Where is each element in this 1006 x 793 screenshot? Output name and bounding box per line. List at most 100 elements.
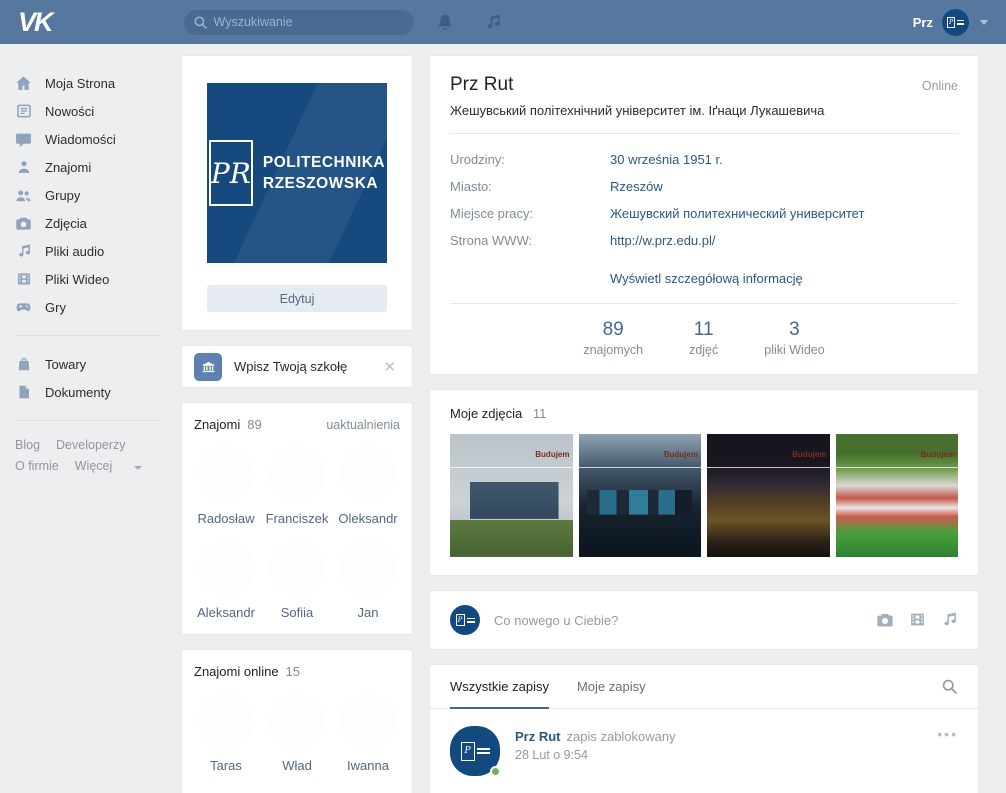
photo-thumbnail-night-concert[interactable]: Budujem bbox=[707, 434, 830, 557]
top-navigation-bar: VK Prz P bbox=[0, 0, 1006, 44]
friend-item[interactable]: Taras bbox=[194, 693, 258, 773]
sidebar-item-messages[interactable]: Wiadomości bbox=[15, 125, 181, 153]
sidebar-item-my-page[interactable]: Moja Strona bbox=[15, 69, 181, 97]
notifications-bell-icon[interactable] bbox=[436, 13, 454, 31]
detail-label: Urodziny: bbox=[450, 146, 610, 173]
sidebar-item-groups[interactable]: Grupy bbox=[15, 181, 181, 209]
search-input[interactable] bbox=[184, 10, 414, 35]
sidebar-item-news[interactable]: Nowości bbox=[15, 97, 181, 125]
post-author-avatar[interactable]: P bbox=[450, 726, 500, 776]
friends-online-title[interactable]: Znajomi online bbox=[194, 664, 279, 679]
chevron-down-icon bbox=[980, 20, 988, 25]
post-date-link[interactable]: 28 Lut o 9:54 bbox=[515, 748, 676, 762]
composer-input[interactable]: Co nowego u Ciebie? bbox=[494, 613, 876, 628]
photo-thumbnail-folk-dancers[interactable]: Budujem bbox=[836, 434, 959, 557]
post-author-link[interactable]: Prz Rut bbox=[515, 729, 561, 744]
friend-name: Franciszek bbox=[265, 511, 329, 526]
counter-value: 11 bbox=[689, 319, 718, 341]
birthday-link[interactable]: 30 września 1951 r. bbox=[610, 146, 723, 173]
page-title: Prz Rut bbox=[450, 74, 513, 96]
counter-photos[interactable]: 11 zdjęć bbox=[683, 317, 724, 359]
friend-item[interactable]: Franciszek bbox=[265, 446, 329, 526]
footer-link-about[interactable]: O firmie bbox=[15, 459, 59, 473]
friend-item[interactable]: Wład bbox=[265, 693, 329, 773]
footer-link-more[interactable]: Więcej bbox=[75, 459, 158, 473]
photo-thumbnail-university-building[interactable]: Budujem bbox=[450, 434, 573, 557]
sidebar-item-market[interactable]: Towary bbox=[15, 350, 181, 378]
show-details-link[interactable]: Wyświetl szczegółową informację bbox=[610, 271, 803, 286]
friend-item[interactable]: Jan bbox=[336, 540, 400, 620]
my-photos-card: Moje zdjęcia 11 Budujem Budujem Budujem … bbox=[429, 389, 979, 576]
sidebar-item-documents[interactable]: Dokumenty bbox=[15, 378, 181, 406]
post-menu-dots-icon[interactable]: ••• bbox=[937, 726, 958, 742]
post-meta: Prz Rutzapis zablokowany 28 Lut o 9:54 bbox=[515, 726, 676, 776]
detail-row: Miasto: Rzeszów bbox=[450, 173, 958, 200]
friends-updates-link[interactable]: uaktualnienia bbox=[326, 418, 400, 432]
friends-title[interactable]: Znajomi bbox=[194, 417, 240, 432]
vk-logo[interactable]: VK bbox=[18, 7, 52, 38]
workplace-link[interactable]: Жешувский политехнический университет bbox=[610, 200, 864, 227]
tab-all-posts[interactable]: Wszystkie zapisy bbox=[450, 665, 549, 708]
counter-videos[interactable]: 3 pliki Wideo bbox=[758, 317, 830, 359]
friend-item[interactable]: Aleksandr bbox=[194, 540, 258, 620]
search-icon bbox=[193, 15, 208, 30]
friend-item[interactable]: Radosław bbox=[194, 446, 258, 526]
sidebar-divider bbox=[15, 335, 161, 336]
music-icon[interactable] bbox=[484, 13, 502, 31]
friends-online-card: Znajomi online 15 Taras Wład Iwanna bbox=[181, 649, 413, 793]
profile-info-card: Prz Rut Online Жешувський політехнічний … bbox=[429, 55, 979, 375]
sidebar-divider bbox=[15, 420, 161, 421]
city-link[interactable]: Rzeszów bbox=[610, 173, 663, 200]
post-header: P Prz Rutzapis zablokowany 28 Lut o 9:54… bbox=[450, 726, 958, 776]
audio-icon bbox=[15, 243, 32, 259]
profile-menu[interactable]: Prz P bbox=[913, 9, 988, 36]
photo-thumbnail-cockpit-pilots[interactable]: Budujem bbox=[579, 434, 702, 557]
camera-icon[interactable] bbox=[876, 611, 894, 629]
friend-name: Wład bbox=[265, 758, 329, 773]
online-indicator bbox=[490, 766, 501, 777]
tab-own-posts[interactable]: Moje zapisy bbox=[577, 665, 646, 708]
friend-avatar bbox=[198, 446, 254, 502]
sidebar-item-games[interactable]: Gry bbox=[15, 293, 181, 321]
friend-avatar bbox=[340, 446, 396, 502]
wall-post: P Prz Rutzapis zablokowany 28 Lut o 9:54… bbox=[430, 709, 978, 793]
friend-name: Taras bbox=[194, 758, 258, 773]
photos-title[interactable]: Moje zdjęcia bbox=[450, 406, 522, 421]
counter-friends[interactable]: 89 znajomych bbox=[577, 317, 649, 359]
news-icon bbox=[15, 103, 32, 119]
music-note-icon[interactable] bbox=[941, 611, 958, 629]
website-link[interactable]: http://w.prz.edu.pl/ bbox=[610, 227, 716, 254]
profile-photo[interactable]: PR POLITECHNIKA RZESZOWSKA bbox=[207, 83, 387, 263]
friends-header: Znajomi 89 uaktualnienia bbox=[182, 403, 412, 436]
header-icons bbox=[436, 13, 502, 31]
sidebar-item-audio[interactable]: Pliki audio bbox=[15, 237, 181, 265]
footer-link-developers[interactable]: Developerzy bbox=[56, 438, 125, 452]
chevron-down-icon bbox=[134, 466, 142, 470]
friend-item[interactable]: Sofiia bbox=[265, 540, 329, 620]
counter-label: pliki Wideo bbox=[764, 343, 824, 357]
logo-line-2: RZESZOWSKA bbox=[263, 175, 378, 192]
friend-name: Oleksandr bbox=[336, 511, 400, 526]
friends-online-count: 15 bbox=[286, 664, 300, 679]
counter-value: 3 bbox=[764, 319, 824, 341]
school-suggestion-widget[interactable]: Wpisz Twoją szkołę ✕ bbox=[181, 345, 413, 388]
friend-item[interactable]: Oleksandr bbox=[336, 446, 400, 526]
friend-avatar bbox=[269, 540, 325, 596]
profile-photo-card: PR POLITECHNIKA RZESZOWSKA Edytuj bbox=[181, 55, 413, 331]
main-column: Prz Rut Online Жешувський політехнічний … bbox=[429, 55, 979, 793]
sidebar-label: Pliki Wideo bbox=[45, 272, 109, 287]
sidebar-item-friends[interactable]: Znajomi bbox=[15, 153, 181, 181]
wall-search-icon[interactable] bbox=[941, 678, 958, 695]
counter-value: 89 bbox=[583, 319, 643, 341]
friend-item[interactable]: Iwanna bbox=[336, 693, 400, 773]
sidebar-item-video[interactable]: Pliki Wideo bbox=[15, 265, 181, 293]
sidebar-item-photos[interactable]: Zdjęcia bbox=[15, 209, 181, 237]
edit-button[interactable]: Edytuj bbox=[207, 285, 387, 312]
wall-tabs: Wszystkie zapisy Moje zapisy bbox=[430, 665, 978, 709]
footer-link-blog[interactable]: Blog bbox=[15, 438, 40, 452]
footer-link-more-label: Więcej bbox=[75, 459, 113, 473]
video-icon[interactable] bbox=[909, 611, 926, 629]
close-icon[interactable]: ✕ bbox=[379, 356, 400, 378]
friend-avatar bbox=[340, 693, 396, 749]
sidebar-label: Wiadomości bbox=[45, 132, 116, 147]
